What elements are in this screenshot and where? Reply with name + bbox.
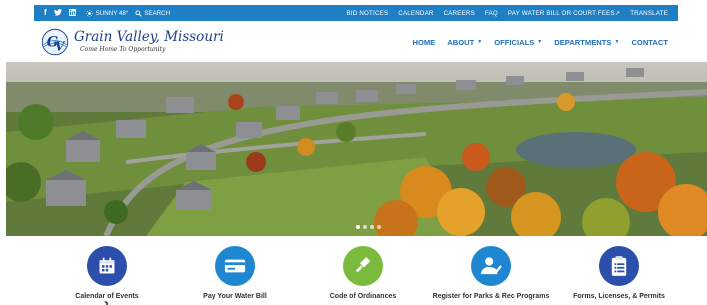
utility-links: BID NOTICES CALENDAR CAREERS FAQ PAY WAT… [347, 10, 668, 17]
weather-text: SUNNY 48° [95, 9, 129, 17]
nav-home-label: HOME [412, 37, 436, 47]
nav-departments-label: DEPARTMENTS [554, 37, 612, 47]
slide-dot[interactable] [363, 225, 367, 229]
translate-link[interactable]: TRANSLATE [630, 10, 668, 17]
calendar-link[interactable]: CALENDAR [398, 10, 433, 17]
bid-notices-link[interactable]: BID NOTICES [347, 10, 389, 17]
nav-about[interactable]: ABOUT ▼ [447, 38, 482, 47]
logo-text: Grain Valley, Missouri Come Home To Oppo… [74, 31, 224, 53]
nav-departments[interactable]: DEPARTMENTS ▼ [554, 38, 619, 47]
faq-link[interactable]: FAQ [485, 10, 498, 17]
site-header: G V Grain Valley, Missouri Come Home To … [34, 22, 678, 62]
twitter-icon[interactable] [53, 8, 62, 18]
slide-dot[interactable] [370, 225, 374, 229]
nav-about-label: ABOUT [447, 37, 475, 47]
slide-indicators [356, 225, 381, 229]
gavel-icon [343, 246, 383, 286]
quick-link-forms[interactable]: Forms, Licenses, & Permits [554, 246, 684, 300]
city-name: Grain Valley, Missouri [74, 29, 224, 46]
nav-home[interactable]: HOME [412, 38, 435, 47]
utility-bar: f SUNNY 48° SEARCH BID NOTICES CALENDAR … [34, 5, 678, 21]
city-seal-logo: G V [41, 28, 69, 56]
weather-widget: SUNNY 48° [85, 9, 129, 17]
sun-icon [85, 9, 93, 17]
quick-link-label: Pay Your Water Bill [203, 293, 267, 300]
search-icon [135, 9, 142, 17]
quick-link-parks-rec[interactable]: Register for Parks & Rec Programs [426, 246, 556, 300]
quick-link-label: Forms, Licenses, & Permits [573, 293, 665, 300]
main-nav: HOME ABOUT ▼ OFFICIALS ▼ DEPARTMENTS ▼ CONT… [412, 38, 668, 47]
credit-card-icon [215, 246, 255, 286]
nav-contact-label: CONTACT [631, 37, 668, 47]
nav-officials-label: OFFICIALS [494, 37, 535, 47]
quick-link-label: Register for Parks & Rec Programs [432, 293, 550, 300]
hero-slideshow[interactable] [6, 62, 707, 236]
slide-dot[interactable] [377, 225, 381, 229]
careers-link[interactable]: CAREERS [444, 10, 475, 17]
chevron-down-icon: ▼ [477, 39, 483, 45]
facebook-icon[interactable]: f [44, 9, 47, 17]
chevron-down-icon: ▼ [614, 39, 620, 45]
hero-aerial-image [6, 62, 707, 236]
quick-link-water-bill[interactable]: Pay Your Water Bill [170, 246, 300, 300]
chevron-down-icon: ▼ [537, 39, 543, 45]
calendar-icon [87, 246, 127, 286]
quick-links: Calendar of Events } Pay Your Water Bill… [34, 246, 678, 305]
clipboard-icon [599, 246, 639, 286]
nav-contact[interactable]: CONTACT [631, 38, 668, 47]
pay-water-bill-link[interactable]: PAY WATER BILL OR COURT FEES↗ [508, 10, 620, 17]
city-tagline: Come Home To Opportunity [80, 45, 166, 53]
quick-link-calendar[interactable]: Calendar of Events } [42, 246, 172, 305]
user-check-icon [471, 246, 511, 286]
slide-dot[interactable] [356, 225, 360, 229]
linkedin-icon[interactable] [68, 8, 76, 18]
search-label: SEARCH [144, 9, 171, 17]
utility-left: f SUNNY 48° SEARCH [44, 8, 170, 18]
quick-link-ordinances[interactable]: Code of Ordinances [298, 246, 428, 300]
site-logo[interactable]: G V Grain Valley, Missouri Come Home To … [40, 27, 224, 57]
quick-link-label: Calendar of Events [75, 293, 139, 300]
nav-officials[interactable]: OFFICIALS ▼ [494, 38, 542, 47]
search-link[interactable]: SEARCH [135, 10, 170, 17]
quick-link-label: Code of Ordinances [329, 293, 397, 300]
